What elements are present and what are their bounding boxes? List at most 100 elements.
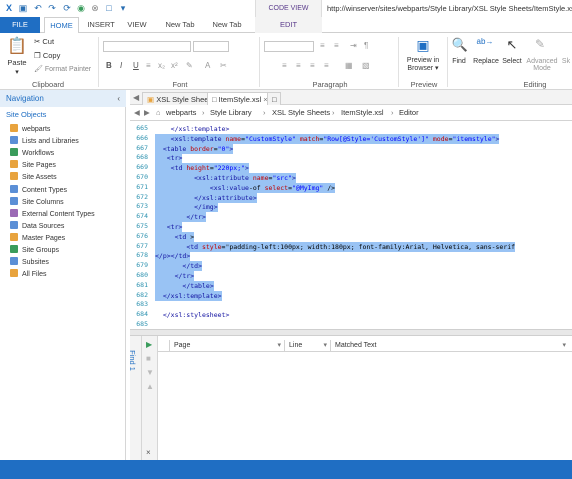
font-family-select[interactable] — [103, 41, 191, 52]
code-line[interactable]: <xsl:value-of select="@MyImg" /> — [155, 182, 336, 193]
code-line[interactable]: </td> — [155, 261, 202, 272]
advanced-mode-button[interactable]: Advanced Mode — [525, 58, 559, 72]
sidebar-item[interactable]: Master Pages — [10, 232, 65, 244]
select-cursor-icon[interactable]: ↖ — [504, 37, 520, 53]
superscript-icon[interactable]: x² — [171, 61, 178, 70]
code-line[interactable]: </img> — [155, 202, 218, 213]
subscript-icon[interactable]: x₂ — [158, 61, 165, 70]
tab-new-tab-2[interactable]: New Tab — [207, 17, 247, 33]
stop-icon[interactable]: ⊗ — [90, 3, 100, 13]
code-line[interactable]: <td > — [155, 231, 195, 242]
sidebar-item[interactable]: Subsites — [10, 257, 49, 268]
breadcrumb-item[interactable]: webparts — [166, 105, 196, 121]
filter-icon[interactable]: ▾ — [323, 340, 327, 352]
indent-icon[interactable]: ⇥ — [350, 41, 357, 50]
replace-button[interactable]: Replace — [472, 58, 500, 65]
code-line[interactable]: </xsl:template> — [155, 124, 230, 134]
next-result-icon[interactable]: ▼ — [146, 368, 154, 377]
tab-itemstyle-xsl[interactable]: □ ItemStyle.xsl × — [207, 92, 273, 105]
tab-home[interactable]: HOME — [44, 17, 79, 34]
redo-icon[interactable]: ↷ — [47, 3, 57, 13]
tab-new-tab-1[interactable]: New Tab — [160, 17, 200, 33]
sidebar-item[interactable]: Data Sources — [10, 220, 64, 232]
code-line[interactable]: <xsl:attribute name="src"> — [155, 173, 296, 183]
font-size-select[interactable] — [193, 41, 229, 52]
sidebar-item[interactable]: Site Assets — [10, 172, 57, 183]
home-icon[interactable]: ⌂ — [156, 105, 161, 121]
sidebar-item[interactable]: Lists and Libraries — [10, 136, 79, 147]
sidebar-item[interactable]: Site Columns — [10, 196, 64, 208]
code-line[interactable]: </p></td> — [155, 251, 191, 262]
underline-button[interactable]: U — [133, 61, 139, 70]
sidebar-item[interactable]: Content Types — [10, 184, 67, 196]
tab-edit[interactable]: EDIT — [255, 17, 322, 33]
skewer-button[interactable]: Sk — [560, 58, 572, 65]
column-line[interactable]: Line ▾ — [285, 340, 331, 352]
code-line[interactable]: </table> — [155, 280, 214, 291]
back-icon[interactable]: ◀ — [134, 105, 140, 121]
shading-icon[interactable]: ▧ — [362, 61, 370, 70]
breadcrumb-item[interactable]: Editor — [399, 105, 419, 121]
advanced-mode-icon[interactable]: ✎ — [530, 37, 550, 51]
sidebar-item[interactable]: External Content Types — [10, 208, 95, 220]
strikethrough-icon[interactable]: ≡ — [146, 61, 151, 70]
borders-icon[interactable]: ▦ — [345, 61, 353, 70]
font-color-icon[interactable]: A — [205, 61, 210, 70]
code-line[interactable]: </xsl:attribute> — [155, 192, 257, 203]
find-button[interactable]: Find — [448, 58, 470, 65]
paste-button[interactable]: Paste — [3, 58, 31, 67]
sidebar-item[interactable]: Site Pages — [10, 160, 56, 171]
code-editor[interactable]: </xsl:template> <xsl:template name="Cust… — [155, 121, 572, 335]
preview-in-browser-button[interactable]: Preview in Browser ▾ — [402, 57, 444, 72]
breadcrumb-item[interactable]: Style Library — [210, 105, 252, 121]
filter-icon[interactable]: ▾ — [277, 340, 281, 352]
new-tab-button[interactable]: □ — [267, 92, 281, 105]
customize-qat-icon[interactable]: ▾ — [118, 3, 128, 13]
style-select[interactable] — [264, 41, 314, 52]
navigate-icon[interactable]: ◉ — [76, 3, 86, 13]
bold-button[interactable]: B — [106, 61, 112, 70]
previous-result-icon[interactable]: ▲ — [146, 382, 154, 391]
collapse-arrow-icon[interactable]: ◀ — [133, 93, 139, 102]
highlight-icon[interactable]: ✎ — [186, 61, 193, 70]
sidebar-item[interactable]: webparts — [10, 124, 50, 135]
column-matched-text[interactable]: Matched Text ▾ — [331, 340, 572, 352]
sidebar-item[interactable]: Workflows — [10, 148, 54, 159]
tab-view[interactable]: VIEW — [122, 17, 152, 33]
align-left-icon[interactable]: ≡ — [282, 61, 287, 70]
code-line[interactable]: <tr> — [155, 222, 183, 232]
undo-icon[interactable]: ↶ — [33, 3, 43, 13]
numbered-list-icon[interactable]: ≡ — [334, 41, 339, 50]
browser-preview-icon[interactable]: ▣ — [408, 37, 438, 54]
align-center-icon[interactable]: ≡ — [296, 61, 301, 70]
select-button[interactable]: Select — [500, 58, 524, 65]
pilcrow-icon[interactable]: ¶ — [364, 41, 368, 50]
refresh-icon[interactable]: ⟳ — [62, 3, 72, 13]
cut-button[interactable]: ✂ Cut — [34, 37, 54, 46]
code-line[interactable]: <td height="220px;"> — [155, 163, 249, 174]
code-line[interactable]: <tr> — [155, 153, 183, 164]
code-line[interactable]: </tr> — [155, 271, 195, 281]
code-line[interactable]: <td style="padding-left:100px; width:180… — [155, 241, 516, 252]
sidebar-item[interactable]: Site Groups — [10, 245, 59, 256]
code-line[interactable]: <table border="0"> — [155, 143, 234, 154]
clear-format-icon[interactable]: ✂ — [220, 61, 227, 70]
collapse-pane-icon[interactable]: ‹ — [117, 90, 120, 107]
pane-splitter[interactable] — [130, 329, 572, 336]
replace-icon[interactable]: ab→ — [474, 37, 496, 46]
list-icon[interactable]: ≡ — [320, 41, 325, 50]
find-panel-tab[interactable]: Find 1 — [128, 336, 142, 460]
code-line[interactable]: </xsl:template> — [155, 290, 222, 301]
justify-icon[interactable]: ≡ — [324, 61, 329, 70]
format-painter-button[interactable]: 🖌 Format Painter — [34, 65, 91, 73]
code-line[interactable]: </tr> — [155, 212, 206, 223]
save-icon[interactable]: ▣ — [18, 3, 28, 13]
align-right-icon[interactable]: ≡ — [310, 61, 315, 70]
breadcrumb-item[interactable]: ItemStyle.xsl — [341, 105, 384, 121]
sidebar-item[interactable]: All Files — [10, 269, 47, 280]
filter-icon[interactable]: ▾ — [562, 340, 566, 352]
forward-icon[interactable]: ▶ — [144, 105, 150, 121]
column-page[interactable]: Page ▾ — [170, 340, 285, 352]
paste-icon[interactable]: 📋 — [5, 36, 29, 56]
tab-insert[interactable]: INSERT — [84, 17, 118, 33]
